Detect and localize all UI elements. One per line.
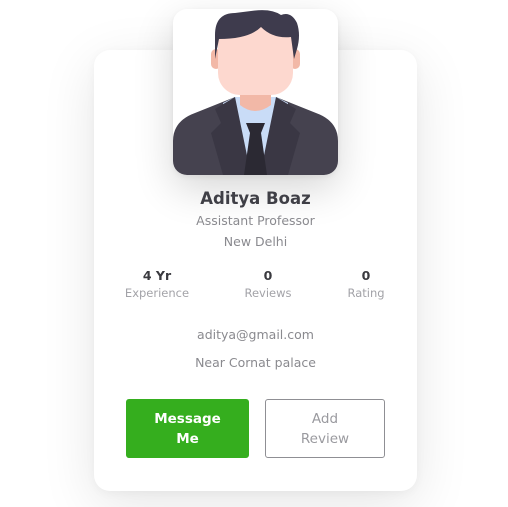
stat-rating: 0 Rating bbox=[316, 268, 416, 300]
message-me-button[interactable]: Message Me bbox=[126, 399, 249, 458]
person-avatar-icon bbox=[173, 10, 338, 175]
profile-email: aditya@gmail.com bbox=[197, 327, 314, 342]
stat-label: Experience bbox=[124, 286, 190, 300]
profile-address: Near Cornat palace bbox=[195, 355, 316, 370]
page: Aditya Boaz Assistant Professor New Delh… bbox=[0, 0, 508, 507]
add-review-button[interactable]: Add Review bbox=[265, 399, 385, 458]
avatar bbox=[173, 9, 338, 175]
stat-reviews: 0 Reviews bbox=[218, 268, 318, 300]
stat-value: 0 bbox=[361, 268, 371, 283]
stat-value: 0 bbox=[263, 268, 273, 283]
stat-label: Rating bbox=[347, 286, 385, 300]
stat-experience: 4 Yr Experience bbox=[107, 268, 207, 300]
stat-value: 4 Yr bbox=[142, 268, 172, 283]
stat-label: Reviews bbox=[244, 286, 292, 300]
profile-title: Assistant Professor bbox=[196, 213, 315, 228]
profile-location: New Delhi bbox=[223, 234, 288, 249]
profile-name: Aditya Boaz bbox=[200, 189, 311, 208]
